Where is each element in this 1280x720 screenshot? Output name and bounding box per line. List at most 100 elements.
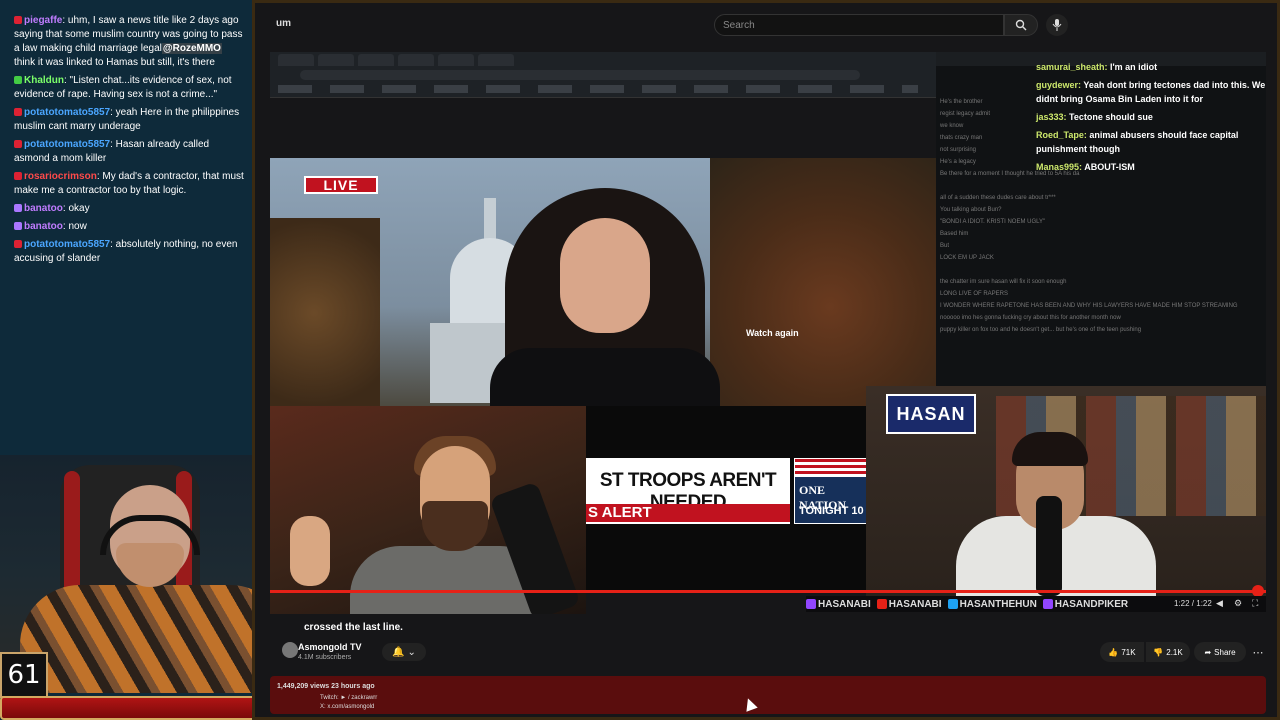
overlay-chat-message: Roed_Tape: animal abusers should face ca… bbox=[1036, 128, 1266, 156]
streamer-hoodie bbox=[20, 585, 290, 693]
embedded-browser-chrome bbox=[270, 52, 936, 98]
overlay-chat-username[interactable]: jas333: bbox=[1036, 112, 1069, 122]
notification-bell-button[interactable]: 🔔 ⌄ bbox=[382, 643, 426, 661]
overlay-chat-username[interactable]: Manas995: bbox=[1036, 162, 1084, 172]
overlay-chat-username[interactable]: Roed_Tape: bbox=[1036, 130, 1089, 140]
volume-icon[interactable]: ◀ bbox=[1216, 598, 1226, 608]
overlay-chat-message: guydewer: Yeah dont bring tectones dad i… bbox=[1036, 78, 1266, 106]
social-handle-text: HASANTHEHUN bbox=[959, 598, 1037, 610]
social-handle-text: HASANABI bbox=[818, 598, 871, 610]
overlay-chat-text: ABOUT-ISM bbox=[1084, 162, 1135, 172]
share-icon: ➦ bbox=[1204, 647, 1212, 657]
chat-username[interactable]: banatoo bbox=[24, 221, 63, 232]
chat-username[interactable]: banatoo bbox=[24, 203, 63, 214]
dislike-button[interactable]: 👎 2.1K bbox=[1146, 642, 1190, 662]
video-progress-bar[interactable] bbox=[270, 590, 1266, 593]
hasan-logo: HASAN bbox=[886, 394, 976, 434]
microphone-icon bbox=[1052, 19, 1062, 31]
bell-icon: 🔔 bbox=[392, 646, 405, 658]
network-time: TONIGHT 10 bbox=[799, 505, 864, 517]
social-platform-icon bbox=[876, 599, 887, 609]
faded-chat-line: puppy killer on fox too and he doesn't g… bbox=[940, 327, 1142, 333]
overlay-chat-username[interactable]: guydewer: bbox=[1036, 80, 1083, 90]
social-handle-text: HASANDPIKER bbox=[1054, 598, 1129, 610]
stream-chat-panel: He's the brother regist legacy admit we kn… bbox=[936, 52, 1266, 386]
chat-message: banatoo: okay bbox=[14, 202, 244, 216]
faded-chat-line: Based him bbox=[940, 231, 969, 237]
faded-chat-line: I WONDER WHERE RAPETONE HAS BEEN AND WHY… bbox=[940, 303, 1238, 309]
like-button[interactable]: 👍 71K bbox=[1100, 642, 1144, 662]
channel-name[interactable]: Asmongold TV bbox=[298, 642, 362, 652]
like-count: 71K bbox=[1121, 647, 1136, 657]
chat-message: banatoo: now bbox=[14, 220, 244, 234]
description-box[interactable] bbox=[270, 676, 1266, 714]
chat-username[interactable]: rosariocrimson bbox=[24, 171, 97, 182]
video-caption: crossed the last line. bbox=[304, 622, 403, 633]
chat-username[interactable]: piegaffe bbox=[24, 15, 62, 26]
chat-username[interactable]: potatotomato5857 bbox=[24, 239, 110, 250]
news-video[interactable]: LIVE Watch again bbox=[270, 158, 936, 406]
dislike-count: 2.1K bbox=[1166, 647, 1183, 657]
cam2-beard bbox=[422, 501, 488, 551]
trees-left bbox=[270, 218, 380, 406]
chat-badge-icon bbox=[14, 108, 22, 117]
youtube-logo[interactable]: um bbox=[276, 18, 291, 29]
overlay-chat-message: samurai_sheath: I'm an idiot bbox=[1036, 60, 1266, 74]
browser-tab bbox=[478, 54, 514, 66]
left-chat-list: piegaffe: uhm, I saw a news title like 2… bbox=[14, 14, 244, 270]
faded-chat-line: You talking about Bun? bbox=[940, 207, 1002, 213]
social-handle: HASANABI bbox=[876, 599, 942, 610]
fullscreen-icon[interactable]: ⛶ bbox=[1252, 598, 1262, 608]
social-handle: HASANTHEHUN bbox=[947, 598, 1037, 610]
thumbs-up-icon: 👍 bbox=[1108, 647, 1119, 657]
overlay-chat-text: Tectone should sue bbox=[1069, 112, 1153, 122]
chat-message: Khaldun: "Listen chat...its evidence of … bbox=[14, 74, 244, 102]
chat-username[interactable]: potatotomato5857 bbox=[24, 139, 110, 150]
browser-tab bbox=[398, 54, 434, 66]
faded-chat-line: nooooo imo hes gonna fucking cry about t… bbox=[940, 315, 1121, 321]
counter-badge: 61 bbox=[0, 652, 48, 698]
asmongold-webcam bbox=[270, 406, 586, 614]
overlay-chat-message: jas333: Tectone should sue bbox=[1036, 110, 1266, 124]
faded-chat-line: all of a sudden these dudes care about t… bbox=[940, 195, 1056, 201]
flag-stripes bbox=[795, 459, 873, 477]
chat-username[interactable]: Khaldun bbox=[24, 75, 64, 86]
social-platform-icon bbox=[1042, 599, 1053, 609]
anchor-face bbox=[560, 218, 650, 333]
watch-again-label[interactable]: Watch again bbox=[746, 328, 799, 338]
browser-tab bbox=[358, 54, 394, 66]
voice-search-button[interactable] bbox=[1046, 14, 1068, 36]
chat-badge-icon bbox=[14, 172, 22, 181]
more-options-button[interactable]: ⋯ bbox=[1250, 642, 1266, 662]
chat-badge-icon bbox=[14, 16, 22, 25]
channel-avatar[interactable] bbox=[282, 642, 298, 658]
social-handle: HASANABI bbox=[806, 599, 871, 610]
browser-tab bbox=[278, 54, 314, 66]
chat-badge-icon bbox=[14, 222, 22, 231]
chat-message: potatotomato5857: yeah Here in the phili… bbox=[14, 106, 244, 134]
social-platform-icon bbox=[806, 599, 816, 609]
chat-text: think it was linked to Hamas but still, … bbox=[14, 57, 215, 68]
cam2-hand bbox=[290, 516, 330, 586]
faded-chat-line: LONG LIVE OF RAPERS bbox=[940, 291, 1009, 297]
overlay-chat-text: I'm an idiot bbox=[1110, 62, 1158, 72]
chat-overlay-messages: samurai_sheath: I'm an idiot guydewer: Ye… bbox=[1036, 60, 1266, 178]
chat-badge-icon bbox=[14, 240, 22, 249]
faded-chat-line bbox=[940, 264, 1240, 276]
search-button[interactable] bbox=[1004, 14, 1038, 36]
views-and-date: 1,449,209 views 23 hours ago bbox=[277, 683, 375, 690]
search-icon bbox=[1015, 19, 1027, 31]
search-input[interactable]: Search bbox=[714, 14, 1004, 36]
share-button[interactable]: ➦ Share bbox=[1194, 642, 1246, 662]
chat-badge-icon bbox=[14, 204, 22, 213]
settings-icon[interactable]: ⚙ bbox=[1234, 598, 1244, 608]
cam3-microphone bbox=[1036, 496, 1062, 596]
chat-mention[interactable]: @RozeMMO bbox=[161, 43, 222, 54]
subscriber-count: 4.1M subscribers bbox=[298, 654, 352, 661]
chat-username[interactable]: potatotomato5857 bbox=[24, 107, 110, 118]
chat-badge-icon bbox=[14, 140, 22, 149]
chat-badge-icon bbox=[14, 76, 22, 85]
faded-chat-line: LOCK EM UP JACK bbox=[940, 255, 994, 261]
chat-text: : now bbox=[62, 221, 87, 232]
overlay-chat-username[interactable]: samurai_sheath: bbox=[1036, 62, 1110, 72]
